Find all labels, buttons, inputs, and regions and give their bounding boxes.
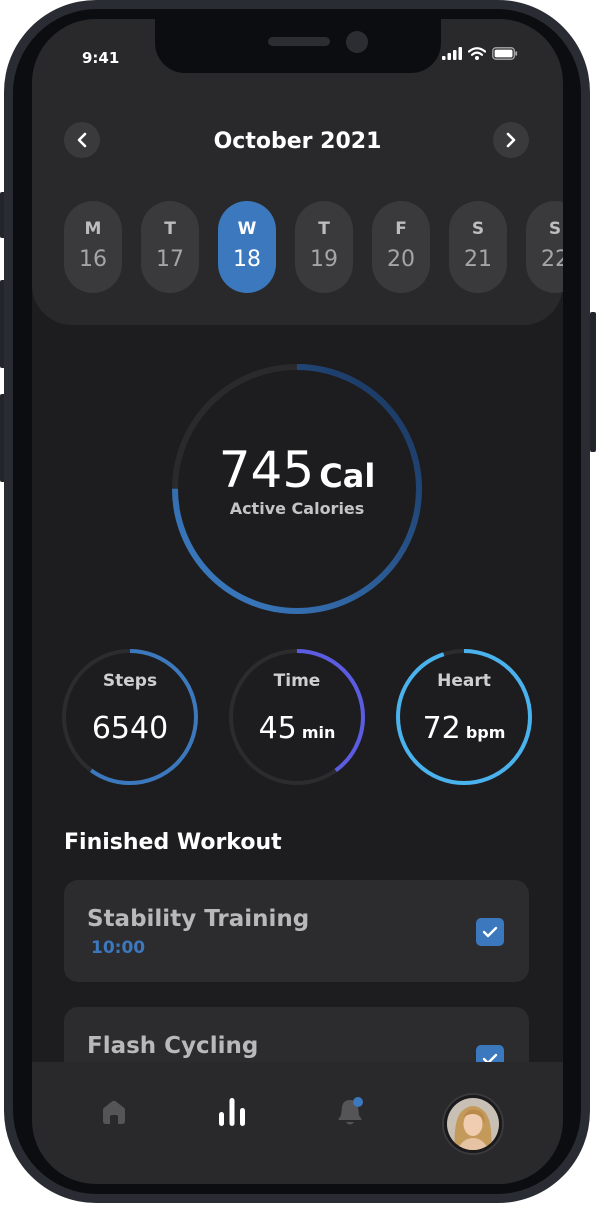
chevron-right-icon xyxy=(506,132,516,148)
wifi-icon xyxy=(468,47,486,60)
heart-value: 72 xyxy=(422,711,461,746)
month-title: October 2021 xyxy=(213,129,382,154)
calories-unit: Cal xyxy=(319,457,376,495)
day-wednesday-selected[interactable]: W 18 xyxy=(218,201,276,293)
tab-notifications[interactable] xyxy=(320,1082,380,1142)
chevron-left-icon xyxy=(77,132,87,148)
calories-value: 745 xyxy=(218,441,315,499)
day-number: 16 xyxy=(79,247,107,272)
steps-title: Steps xyxy=(102,671,158,691)
profile-avatar[interactable] xyxy=(444,1095,502,1153)
day-number: 19 xyxy=(310,247,338,272)
day-number: 20 xyxy=(387,247,415,272)
calories-value-group: 745 Cal xyxy=(172,441,422,499)
day-friday[interactable]: F 20 xyxy=(372,201,430,293)
heart-title: Heart xyxy=(437,671,491,691)
time-stat[interactable]: Time 45 min xyxy=(227,647,367,787)
power-button xyxy=(590,312,596,452)
time-value-group: 45 min xyxy=(227,711,367,746)
stats-icon xyxy=(219,1098,245,1126)
workout-name: Stability Training xyxy=(87,906,310,932)
avatar-photo xyxy=(447,1098,499,1150)
workout-checkbox[interactable] xyxy=(476,918,504,946)
day-number: 17 xyxy=(156,247,184,272)
day-number: 21 xyxy=(464,247,492,272)
next-month-button[interactable] xyxy=(493,122,529,158)
day-sunday[interactable]: S 22 xyxy=(526,201,563,293)
day-letter: W xyxy=(237,219,257,239)
day-number: 18 xyxy=(233,247,261,272)
workout-card[interactable]: Stability Training 10:00 xyxy=(64,880,529,982)
calories-label: Active Calories xyxy=(229,499,365,518)
bottom-tab-bar xyxy=(32,1062,563,1184)
finished-workout-title: Finished Workout xyxy=(64,830,282,855)
day-letter: F xyxy=(395,219,407,239)
time-value: 45 xyxy=(258,711,297,746)
workout-time: 10:00 xyxy=(91,938,146,958)
day-number: 22 xyxy=(541,247,563,272)
heart-stat[interactable]: Heart 72 bpm xyxy=(394,647,534,787)
day-letter: M xyxy=(84,219,102,239)
checkmark-icon xyxy=(482,926,498,938)
steps-value: 6540 xyxy=(91,711,169,746)
tab-stats[interactable] xyxy=(202,1082,262,1142)
steps-stat[interactable]: Steps 6540 xyxy=(60,647,200,787)
heart-unit: bpm xyxy=(465,723,506,742)
steps-value-group: 6540 xyxy=(60,711,200,746)
tab-home[interactable] xyxy=(84,1082,144,1142)
workout-name: Flash Cycling xyxy=(87,1033,259,1059)
speaker-grille xyxy=(268,37,330,46)
app-screen: October 2021 M 16 T 17 W 18 T 19 F 20 S xyxy=(32,19,563,1184)
day-letter: T xyxy=(164,219,176,239)
home-icon xyxy=(103,1100,125,1124)
day-monday[interactable]: M 16 xyxy=(64,201,122,293)
heart-value-group: 72 bpm xyxy=(394,711,534,746)
day-thursday[interactable]: T 19 xyxy=(295,201,353,293)
battery-icon xyxy=(492,47,518,60)
day-saturday[interactable]: S 21 xyxy=(449,201,507,293)
notch xyxy=(155,19,441,73)
day-letter: S xyxy=(548,219,562,239)
front-camera xyxy=(346,31,368,53)
day-letter: T xyxy=(318,219,330,239)
status-icons xyxy=(442,47,518,60)
prev-month-button[interactable] xyxy=(64,122,100,158)
status-time: 9:41 xyxy=(82,49,120,67)
time-unit: min xyxy=(301,723,336,742)
day-letter: S xyxy=(471,219,485,239)
day-tuesday[interactable]: T 17 xyxy=(141,201,199,293)
time-title: Time xyxy=(273,671,321,691)
notification-icon xyxy=(338,1097,363,1125)
cellular-signal-icon xyxy=(442,47,462,60)
